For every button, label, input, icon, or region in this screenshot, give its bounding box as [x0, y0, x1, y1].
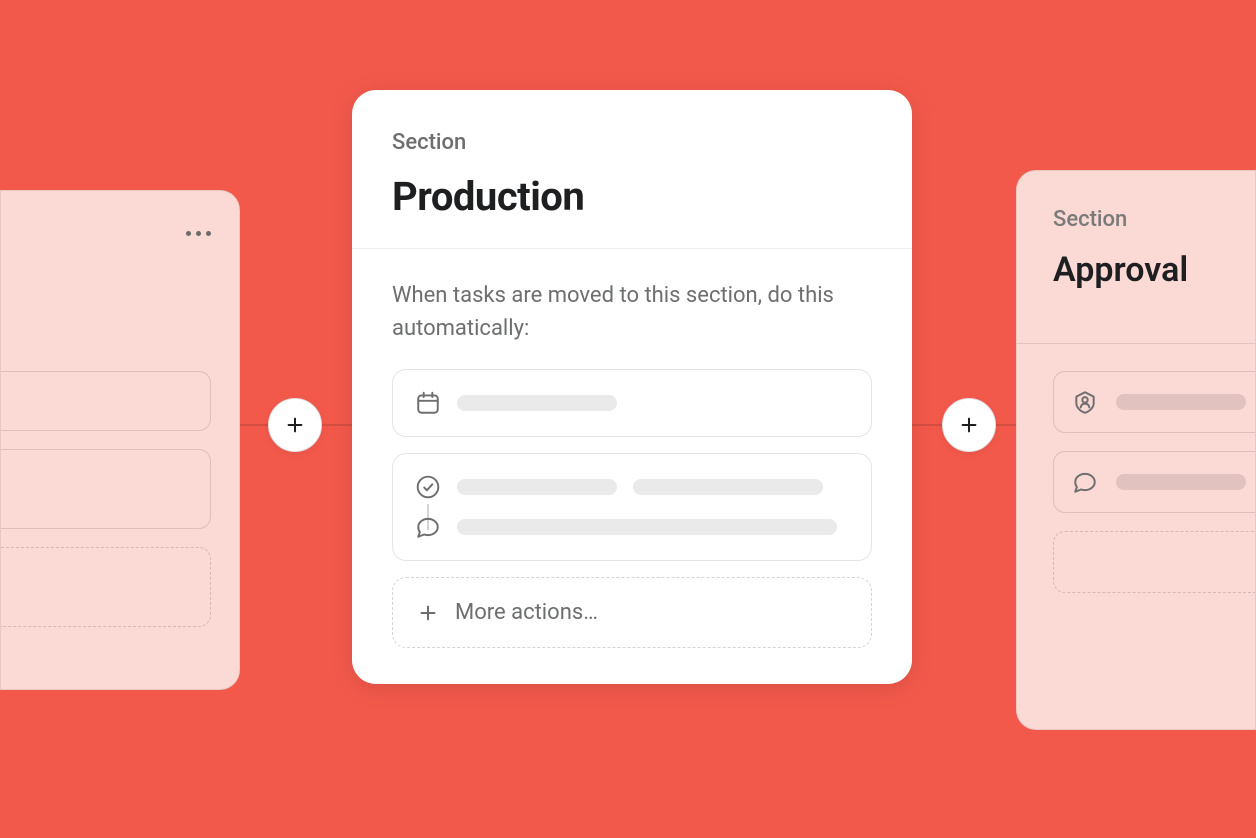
more-icon[interactable] [186, 231, 211, 236]
rule-placeholder-text [457, 395, 617, 411]
add-section-button[interactable] [942, 398, 996, 452]
add-rule-placeholder[interactable] [1, 547, 211, 627]
plus-icon [284, 414, 306, 436]
rule-placeholder-text [1116, 474, 1246, 490]
more-actions-button[interactable]: More actions… [392, 577, 872, 648]
plus-icon [417, 602, 439, 624]
assignee-icon [1072, 389, 1098, 415]
comment-icon [1072, 469, 1098, 495]
rule-placeholder-text [1116, 394, 1246, 410]
rule-card[interactable] [1, 371, 211, 431]
section-label: Section [1053, 207, 1255, 232]
rule-placeholder-text [457, 519, 837, 535]
rule-card[interactable] [1, 449, 211, 529]
section-card-next[interactable]: Section Approval [1016, 170, 1256, 730]
rule-card[interactable] [1053, 371, 1255, 433]
rule-card[interactable] [392, 453, 872, 561]
section-card-main: Section Production When tasks are moved … [352, 90, 912, 684]
rule-placeholder-text [457, 479, 617, 495]
section-title: Production [392, 173, 872, 220]
calendar-icon [415, 390, 441, 416]
rule-card[interactable] [1053, 451, 1255, 513]
rule-placeholder-text [633, 479, 823, 495]
rule-card[interactable] [392, 369, 872, 437]
add-section-button[interactable] [268, 398, 322, 452]
section-label: Section [392, 130, 872, 155]
more-actions-label: More actions… [455, 600, 598, 625]
automation-description: When tasks are moved to this section, do… [392, 279, 872, 345]
section-card-previous[interactable] [0, 190, 240, 690]
plus-icon [958, 414, 980, 436]
check-circle-icon [415, 474, 441, 500]
add-rule-placeholder[interactable] [1053, 531, 1255, 593]
divider [1017, 343, 1255, 344]
comment-icon [415, 514, 441, 540]
section-title: Approval [1053, 250, 1255, 290]
section-header: Section Production [352, 90, 912, 249]
workflow-canvas: Section Production When tasks are moved … [0, 0, 1256, 838]
